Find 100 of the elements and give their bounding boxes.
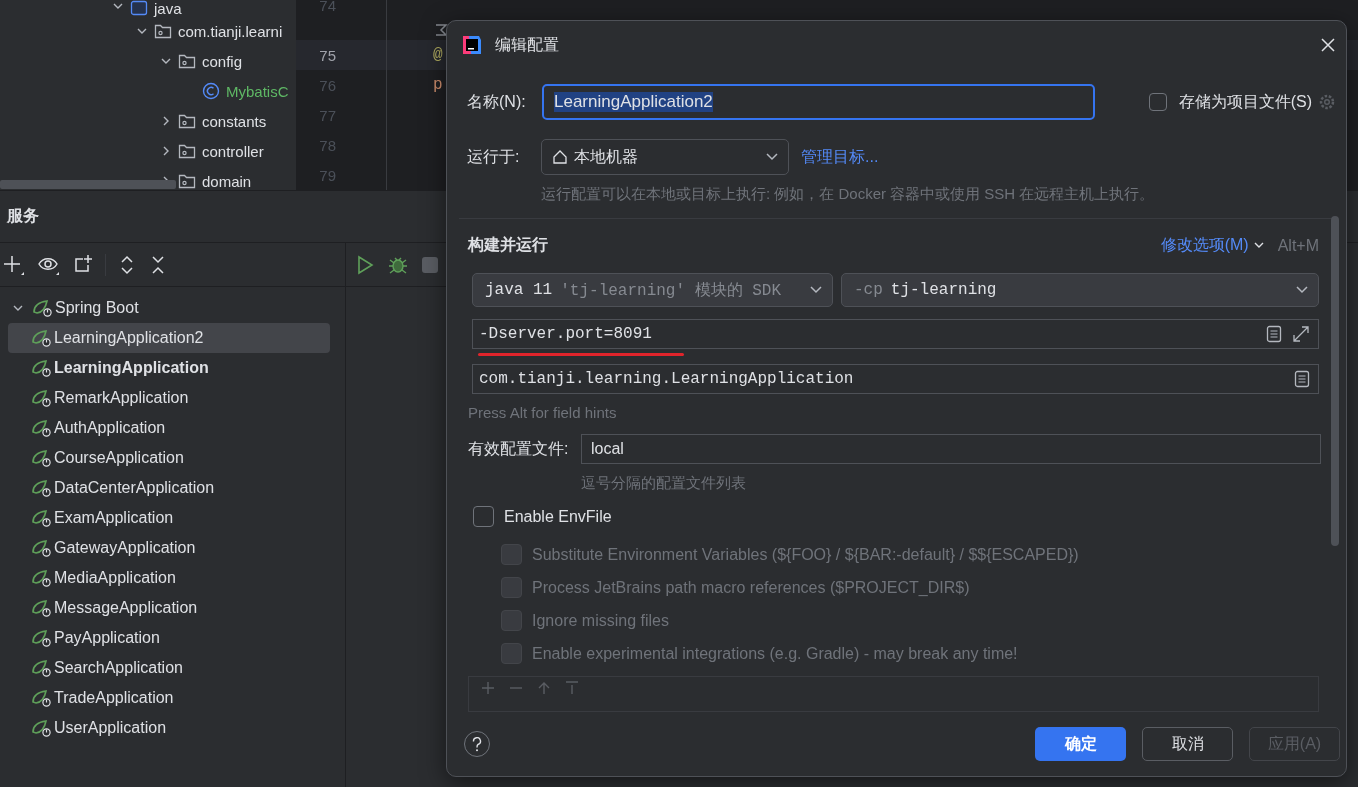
help-icon (472, 736, 482, 752)
classpath-dropdown[interactable]: -cp tj-learning (841, 273, 1319, 307)
tree-row[interactable]: MessageApplication (8, 593, 330, 623)
spring-boot-icon (31, 418, 53, 438)
tree-row[interactable]: UserApplication (8, 713, 330, 743)
service-label: RemarkApplication (54, 389, 189, 407)
tree-item-label[interactable]: constants (202, 112, 267, 130)
tree-row[interactable]: SearchApplication (8, 653, 330, 683)
target-dropdown[interactable]: 本地机器 (541, 139, 789, 175)
checkbox-label: 存储为项目文件(S) (1178, 91, 1312, 112)
class-icon (202, 82, 220, 100)
vm-options-field[interactable]: -Dserver.port=8091 (472, 319, 1319, 349)
tree-row[interactable]: DataCenterApplication (8, 473, 330, 503)
spring-boot-icon (31, 508, 53, 528)
tree-item-label[interactable]: controller (202, 142, 264, 160)
spring-boot-icon (31, 448, 53, 468)
hint-text: 逗号分隔的配置文件列表 (581, 474, 747, 493)
checkbox-label: Substitute Environment Variables (${FOO} / ${BAR:-default} / $${ESCAPED}) (532, 545, 1079, 564)
code-text: @ (432, 46, 443, 64)
service-label: ExamApplication (54, 509, 174, 527)
tree-row[interactable]: RemarkApplication (8, 383, 330, 413)
field-label: 有效配置文件: (468, 438, 570, 459)
add-icon[interactable] (2, 253, 26, 276)
modify-options-link[interactable]: 修改选项(M) (1160, 235, 1249, 256)
hint-text: Press Alt for field hints (468, 404, 618, 421)
document-icon[interactable] (1266, 325, 1282, 343)
tree-row[interactable]: ExamApplication (8, 503, 330, 533)
shortcut-hint: Alt+M (1277, 236, 1319, 255)
folder-icon (154, 23, 172, 39)
tree-row[interactable]: GatewayApplication (8, 533, 330, 563)
code-text: p (432, 76, 443, 94)
main-class-field[interactable]: com.tianji.learning.LearningApplication (472, 364, 1319, 394)
scrollbar[interactable] (1331, 216, 1339, 546)
scrollbar[interactable] (0, 180, 176, 189)
checkbox-label: Ignore missing files (532, 611, 669, 630)
manage-targets-link[interactable]: 管理目标... (801, 146, 879, 168)
field-label: 运行于: (467, 146, 521, 167)
tree-row[interactable]: LearningApplication2 (8, 323, 330, 353)
spring-boot-icon (31, 358, 53, 378)
spring-boot-icon (31, 568, 53, 588)
folder-icon (178, 143, 196, 159)
spring-boot-icon (31, 598, 53, 618)
service-label: UserApplication (54, 719, 167, 737)
checkbox-label: Process JetBrains path macro references ($PROJECT_DIR$) (532, 578, 970, 597)
home-icon (552, 149, 568, 165)
tree-item-label[interactable]: com.tianji.learni (178, 22, 283, 40)
tree-row[interactable]: PayApplication (8, 623, 330, 653)
folder-icon (178, 113, 196, 129)
spring-boot-icon (31, 388, 53, 408)
service-label: LearningApplication (54, 359, 209, 377)
service-label: CourseApplication (54, 449, 184, 467)
name-field[interactable]: LearningApplication2 (542, 84, 1095, 120)
close-icon[interactable] (1320, 37, 1336, 53)
tree-item-label[interactable]: config (202, 52, 243, 70)
dialog-button[interactable]: 取消 (1142, 727, 1233, 761)
spring-boot-icon (31, 328, 53, 348)
spring-boot-icon (31, 478, 53, 498)
tree-row[interactable]: TradeApplication (8, 683, 330, 713)
service-label: AuthApplication (54, 419, 166, 437)
tree-item-label[interactable]: MybatisC (226, 82, 289, 100)
folder-icon (178, 53, 196, 69)
service-label: SearchApplication (54, 659, 183, 677)
service-label: LearningApplication2 (54, 329, 204, 347)
checkbox[interactable] (1148, 93, 1167, 111)
service-label: Spring Boot (55, 299, 139, 317)
spring-boot-icon (31, 628, 53, 648)
checkbox[interactable] (473, 506, 494, 527)
run-icon[interactable] (356, 254, 374, 275)
spring-boot-icon (31, 658, 53, 678)
service-label: GatewayApplication (54, 539, 196, 557)
service-label: MediaApplication (54, 569, 176, 587)
tree-row[interactable]: MediaApplication (8, 563, 330, 593)
tree-item-label[interactable]: java (154, 0, 182, 17)
dialog-title: 编辑配置 (495, 34, 560, 55)
document-icon[interactable] (1294, 370, 1310, 388)
line-number: 75 (318, 46, 336, 64)
dialog-button[interactable]: 确定 (1035, 727, 1126, 761)
tree-row[interactable]: LearningApplication (8, 353, 330, 383)
panel-title: 服务 (7, 206, 39, 226)
tree-row[interactable]: CourseApplication (8, 443, 330, 473)
folder-icon (178, 173, 196, 189)
tree-item-label[interactable]: domain (202, 172, 252, 190)
jdk-dropdown[interactable]: java 11 'tj-learning' 模块的 SDK (472, 273, 833, 307)
service-label: TradeApplication (54, 689, 174, 707)
app-logo-icon (461, 34, 483, 56)
tree-row[interactable]: Spring Boot (8, 293, 330, 323)
tree-row[interactable]: AuthApplication (8, 413, 330, 443)
active-profiles-field[interactable]: local (581, 434, 1321, 464)
service-label: PayApplication (54, 629, 160, 647)
field-label: 名称(N): (467, 91, 527, 112)
spring-boot-icon (32, 298, 54, 318)
service-label: DataCenterApplication (54, 479, 215, 497)
checkbox-label: Enable EnvFile (504, 507, 612, 526)
spring-boot-icon (31, 688, 53, 708)
hint-text: 运行配置可以在本地或目标上执行: 例如，在 Docker 容器中或使用 SSH 在远程主机上执行。 (541, 185, 1155, 204)
spring-boot-icon (31, 718, 53, 738)
section-title: 构建并运行 (468, 235, 548, 255)
checkbox-label: Enable experimental integrations (e.g. Gradle) - may break any time! (532, 644, 1018, 663)
expand-icon[interactable] (1292, 325, 1310, 343)
inlay-hint-icon[interactable] (433, 22, 449, 38)
